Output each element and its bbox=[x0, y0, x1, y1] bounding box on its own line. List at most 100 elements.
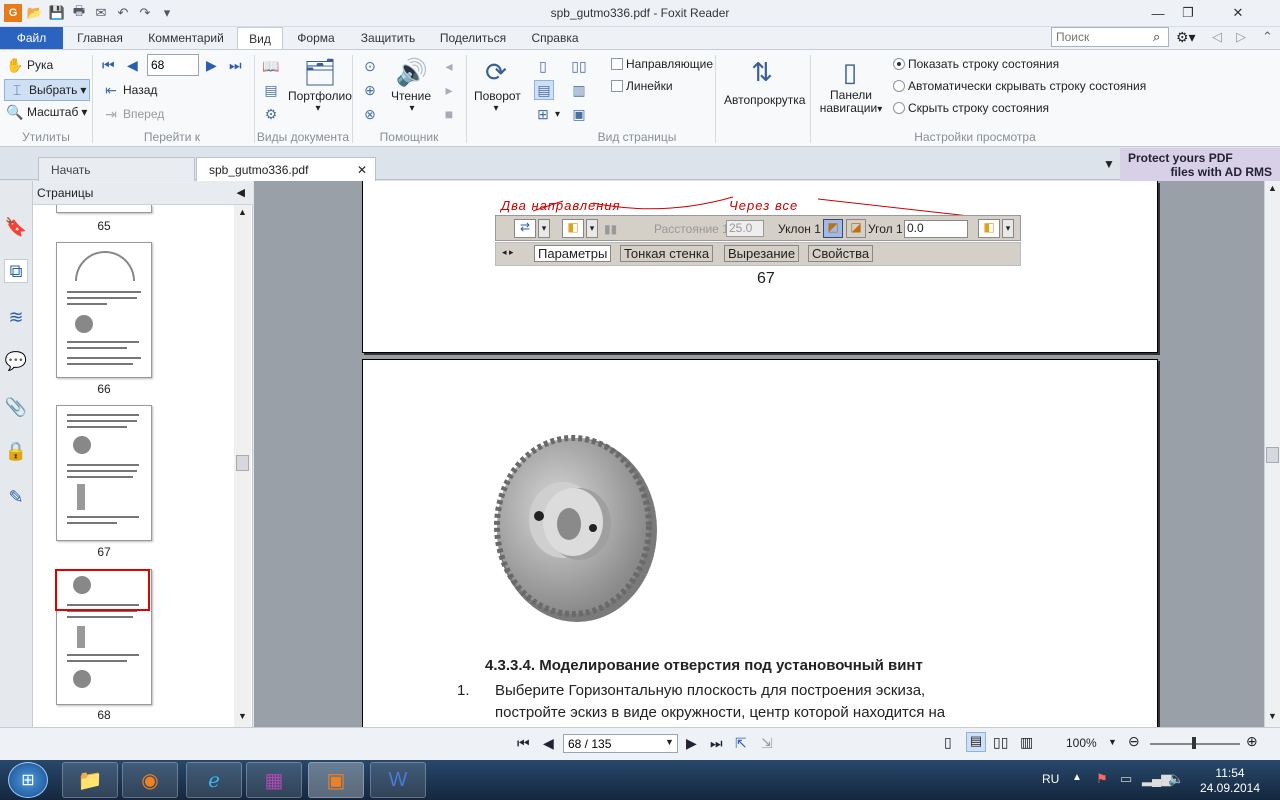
reflow-button[interactable]: ⚙ bbox=[262, 105, 280, 123]
tab-form[interactable]: Форма bbox=[290, 27, 342, 49]
tab-view[interactable]: Вид bbox=[237, 27, 283, 49]
taskbar-word[interactable]: W bbox=[370, 762, 426, 798]
split-view-button[interactable]: ⊞ ▾ bbox=[534, 105, 560, 123]
import-icon[interactable]: ⇲ bbox=[761, 735, 773, 752]
zoom-tool-button[interactable]: 🔍 Масштаб ▾ bbox=[6, 103, 87, 121]
start-button[interactable]: ⊞ bbox=[8, 762, 48, 798]
radio-button[interactable] bbox=[893, 80, 905, 92]
tray-volume-icon[interactable]: 🔈 bbox=[1168, 771, 1184, 787]
checkbox[interactable] bbox=[611, 80, 623, 92]
visible-area-marker[interactable] bbox=[55, 569, 150, 611]
next-page-button[interactable]: ▶ bbox=[206, 57, 217, 74]
page-thumbnail-65[interactable] bbox=[56, 205, 152, 213]
prev-page-button[interactable]: ◀ bbox=[127, 57, 138, 74]
close-icon[interactable]: ✕ bbox=[357, 158, 367, 182]
read-stop-button[interactable]: ■ bbox=[440, 105, 458, 123]
tray-expand-icon[interactable]: ▲ bbox=[1072, 772, 1082, 783]
next-page-icon[interactable]: ▶ bbox=[686, 735, 697, 752]
chevron-down-icon[interactable]: ▼ bbox=[1108, 737, 1117, 747]
rms-banner[interactable]: Protect yours PDF files with AD RMS bbox=[1120, 148, 1280, 181]
tray-network-icon[interactable]: ▂▄▆ bbox=[1142, 771, 1171, 787]
bookmark-icon[interactable]: 🔖 bbox=[4, 215, 28, 239]
tab-protect[interactable]: Защитить bbox=[355, 27, 421, 49]
taskbar-foxit[interactable]: ▣ bbox=[308, 762, 364, 798]
gear-icon[interactable]: ⚙▾ bbox=[1176, 29, 1196, 46]
status-page-field[interactable] bbox=[563, 734, 678, 753]
tray-monitor-icon[interactable]: ▭ bbox=[1120, 771, 1132, 787]
radio-button[interactable] bbox=[893, 58, 905, 70]
search-input[interactable] bbox=[1051, 27, 1169, 47]
tab-document[interactable]: spb_gutmo336.pdf ✕ bbox=[196, 157, 376, 181]
language-indicator[interactable]: RU bbox=[1042, 772, 1059, 786]
cover-page-button[interactable]: ▣ bbox=[570, 105, 588, 123]
document-scrollbar[interactable]: ▲ ▼ bbox=[1264, 181, 1280, 727]
tab-help[interactable]: Справка bbox=[526, 27, 584, 49]
back-button[interactable]: ⇤ Назад bbox=[102, 81, 157, 99]
checkbox[interactable] bbox=[611, 58, 623, 70]
scroll-thumb[interactable] bbox=[1266, 447, 1279, 463]
text-view-button[interactable]: ▤ bbox=[262, 81, 280, 99]
read-prev-button[interactable]: ◂ bbox=[440, 57, 458, 75]
export-icon[interactable]: ⇱ bbox=[735, 735, 747, 752]
taskbar-firefox[interactable]: ◉ bbox=[122, 762, 178, 798]
scroll-down-icon[interactable]: ▼ bbox=[1268, 711, 1277, 721]
lock-icon[interactable]: 🔒 bbox=[4, 439, 28, 463]
portfolio-button[interactable]: 🗂 Портфолио ▾ bbox=[288, 55, 352, 115]
continuous-facing-icon[interactable]: ▥ bbox=[1020, 734, 1033, 751]
first-page-icon[interactable]: ⏮ bbox=[517, 735, 530, 752]
facing-button[interactable]: ▯▯ bbox=[570, 57, 588, 75]
facing-page-icon[interactable]: ▯▯ bbox=[993, 734, 1008, 751]
single-page-icon[interactable]: ▯ bbox=[944, 734, 952, 751]
autohide-statusbar-radio[interactable]: Автоматически скрывать строку состояния bbox=[893, 79, 1146, 93]
tab-home[interactable]: Главная bbox=[68, 27, 132, 49]
tab-share[interactable]: Поделиться bbox=[436, 27, 510, 49]
first-page-button[interactable]: ⏮ bbox=[102, 57, 115, 74]
page-thumbnail-67[interactable] bbox=[56, 405, 152, 541]
rulers-checkbox[interactable]: Линейки bbox=[611, 79, 673, 93]
nav-panels-button[interactable]: ▯ Панели навигации▾ bbox=[818, 55, 884, 116]
scroll-up-icon[interactable]: ▲ bbox=[1268, 183, 1277, 193]
layers-icon[interactable]: ≋ bbox=[4, 305, 28, 329]
comments-icon[interactable]: 💬 bbox=[4, 349, 28, 373]
tray-flag-icon[interactable]: ⚑ bbox=[1096, 771, 1108, 787]
close-button[interactable]: ✕ bbox=[1203, 0, 1273, 26]
single-page-button[interactable]: ▯ bbox=[534, 57, 552, 75]
continuous-button[interactable]: ▤ bbox=[534, 80, 554, 100]
continuous-facing-button[interactable]: ▥ bbox=[570, 81, 588, 99]
maximize-button[interactable]: ❐ bbox=[1173, 0, 1203, 26]
radio-button[interactable] bbox=[893, 102, 905, 114]
select-tool-button[interactable]: ⌶ Выбрать ▾ bbox=[4, 79, 91, 101]
taskbar-ie[interactable]: ℯ bbox=[186, 762, 242, 798]
zoom-out-icon[interactable]: ⊖ bbox=[1128, 733, 1140, 750]
chevron-down-icon[interactable]: ▼ bbox=[665, 737, 674, 747]
signature-icon[interactable]: ✎ bbox=[4, 485, 28, 509]
collapse-panel-icon[interactable]: ◀ bbox=[237, 186, 245, 199]
hand-tool-button[interactable]: ✋ Рука bbox=[6, 56, 53, 74]
collapse-ribbon-icon[interactable]: ⌃ bbox=[1262, 29, 1273, 45]
prev-arrow-icon[interactable]: ◁ bbox=[1212, 29, 1222, 45]
pages-icon[interactable]: ⧉ bbox=[4, 259, 28, 283]
forward-button[interactable]: ⇥ Вперед bbox=[102, 105, 164, 123]
tab-file[interactable]: Файл bbox=[0, 27, 63, 49]
reading-button[interactable]: 🔊 Чтение ▾ bbox=[391, 55, 433, 115]
next-arrow-icon[interactable]: ▷ bbox=[1236, 29, 1246, 45]
rotate-button[interactable]: ⟳ Поворот ▾ bbox=[474, 55, 521, 115]
zoom-fit-button[interactable]: ⊙ bbox=[361, 57, 379, 75]
zoom-slider-thumb[interactable] bbox=[1192, 737, 1196, 749]
book-view-button[interactable]: 📖 bbox=[262, 57, 280, 75]
zoom-page-button[interactable]: ⊕ bbox=[361, 81, 379, 99]
autoscroll-button[interactable]: ⇅ Автопрокрутка bbox=[724, 55, 808, 108]
scroll-thumb[interactable] bbox=[236, 455, 249, 471]
taskbar-winrar[interactable]: ▦ bbox=[246, 762, 302, 798]
minimize-button[interactable]: — bbox=[1143, 0, 1173, 26]
zoom-width-button[interactable]: ⊗ bbox=[361, 105, 379, 123]
show-statusbar-radio[interactable]: Показать строку состояния bbox=[893, 57, 1059, 71]
zoom-in-icon[interactable]: ⊕ bbox=[1246, 733, 1258, 750]
clock[interactable]: 11:54 24.09.2014 bbox=[1190, 766, 1270, 796]
search-icon[interactable]: ⌕ bbox=[1153, 29, 1160, 45]
attachment-icon[interactable]: 📎 bbox=[4, 395, 28, 419]
read-next-button[interactable]: ▸ bbox=[440, 81, 458, 99]
tab-list-chevron-icon[interactable]: ▼ bbox=[1103, 157, 1115, 171]
page-number-input[interactable] bbox=[147, 54, 199, 76]
hide-statusbar-radio[interactable]: Скрыть строку состояния bbox=[893, 101, 1049, 115]
